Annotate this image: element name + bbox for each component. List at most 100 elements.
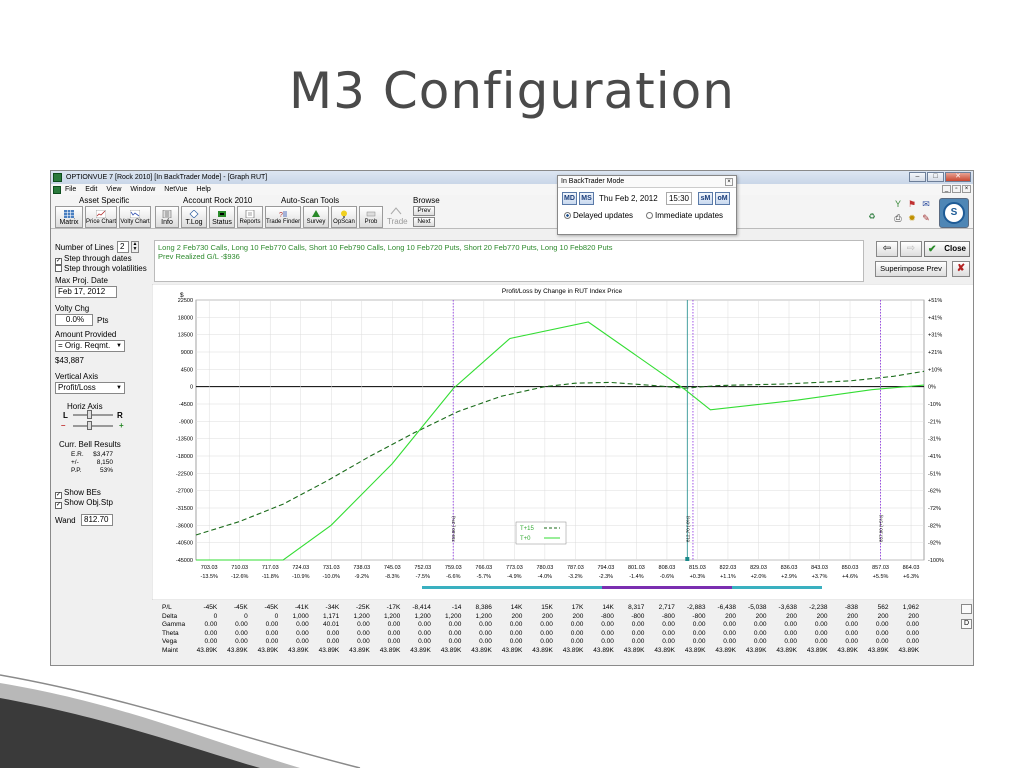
table-cell: 0.00 — [814, 621, 828, 628]
mdi-minimize-button[interactable]: _ — [942, 185, 951, 193]
minimize-button[interactable]: – — [909, 172, 926, 182]
horiz-axis-label: Horiz Axis — [67, 402, 103, 411]
price-chart-button[interactable]: Price Chart — [85, 206, 117, 228]
close-window-button[interactable]: ✕ — [945, 172, 971, 182]
max-proj-date-field[interactable]: Feb 17, 2012 — [55, 286, 117, 298]
table-cell: 0.00 — [540, 629, 553, 637]
trade-label[interactable]: Trade — [387, 217, 408, 226]
table-cell: 0.00 — [448, 629, 462, 637]
mdi-restore-button[interactable]: ▫ — [952, 185, 961, 193]
info-button[interactable]: Info — [155, 206, 179, 228]
horiz-axis-slider-thumb-2[interactable] — [87, 421, 92, 430]
table-cell: 200 — [542, 612, 553, 620]
menu-file[interactable]: File — [65, 186, 76, 193]
table-cell: 0.00 — [570, 621, 584, 628]
table-cell: 0.00 — [784, 629, 797, 637]
reports-button[interactable]: Reports — [237, 206, 263, 228]
app-window: OPTIONVUE 7 [Rock 2010] [In BackTrader M… — [50, 170, 974, 666]
vertical-axis-select[interactable]: Profit/Loss ▼ — [55, 382, 125, 394]
window-titlebar[interactable]: OPTIONVUE 7 [Rock 2010] [In BackTrader M… — [51, 171, 973, 184]
menu-edit[interactable]: Edit — [85, 186, 97, 193]
amount-provided-value: = Orig. Reqmt. — [58, 341, 111, 350]
show-objstp-checkbox[interactable]: ✓ Show Obj.Stp — [55, 498, 113, 509]
cancel-icon[interactable]: ✘ — [952, 261, 970, 277]
next-button[interactable]: Next — [413, 217, 435, 227]
menu-help[interactable]: Help — [196, 186, 210, 193]
maximize-button[interactable]: □ — [927, 172, 944, 182]
close-button[interactable]: ✔ Close — [924, 241, 970, 257]
mail-icon[interactable]: ✉ — [921, 199, 931, 209]
s-logo[interactable]: S — [939, 198, 969, 228]
volty-chart-button[interactable]: Volty Chart — [119, 206, 151, 228]
table-cell: -800 — [600, 612, 614, 620]
bell-key: +/- — [71, 459, 79, 466]
settings-icon[interactable]: ✹ — [907, 213, 917, 223]
prev-button[interactable]: Prev — [413, 206, 435, 216]
om-button[interactable]: oM — [715, 192, 730, 205]
x-pct-label: -5.7% — [477, 574, 491, 580]
horiz-axis-slider-top[interactable] — [73, 414, 113, 416]
prob-button[interactable]: Prob — [359, 206, 383, 228]
number-spinner[interactable]: ▲ ▼ — [131, 241, 139, 253]
mdi-close-button[interactable]: × — [962, 185, 971, 193]
immediate-updates-label: Immediate updates — [655, 211, 724, 220]
md-button[interactable]: MD — [562, 192, 577, 205]
x-pct-label: -7.5% — [416, 574, 430, 580]
backtrader-time[interactable]: 15:30 — [666, 192, 692, 205]
menu-view[interactable]: View — [106, 186, 121, 193]
app-icon — [53, 173, 62, 182]
step-volatilities-checkbox[interactable]: Step through volatilities — [55, 264, 147, 273]
menu-window[interactable]: Window — [130, 186, 155, 193]
x-pct-label: -9.2% — [355, 574, 369, 580]
trade-finder-button[interactable]: ? Trade Finder — [265, 206, 301, 228]
x-tick-label: 822.03 — [720, 565, 737, 571]
amount-provided-select[interactable]: = Orig. Reqmt. ▼ — [55, 340, 125, 352]
tools-icon[interactable]: ✎ — [921, 213, 931, 223]
immediate-updates-radio[interactable]: Immediate updates — [646, 211, 723, 220]
volty-chg-label: Volty Chg — [55, 304, 90, 313]
show-objstp-label: Show Obj.Stp — [64, 498, 113, 507]
horiz-axis-slider-bottom[interactable] — [73, 425, 113, 427]
table-cell: 17K — [571, 604, 584, 611]
wand-field[interactable]: 812.70 — [81, 514, 113, 526]
bell-key: P.P. — [71, 467, 82, 474]
menu-netvue[interactable]: NetVue — [164, 186, 187, 193]
number-of-lines-value[interactable]: 2 — [117, 241, 129, 253]
tlog-button[interactable]: T.Log — [181, 206, 207, 228]
matrix-button[interactable]: Matrix — [55, 206, 83, 228]
y-tick-label-right: -100% — [928, 558, 944, 564]
sm-button[interactable]: sM — [698, 192, 713, 205]
survey-button[interactable]: Survey — [303, 206, 329, 228]
table-cell: 8,386 — [475, 604, 492, 611]
table-cell: 0.00 — [509, 621, 523, 628]
refresh-icon[interactable]: ♻ — [867, 212, 877, 222]
delayed-updates-radio[interactable]: Delayed updates — [564, 211, 633, 220]
amount-provided-label: Amount Provided — [55, 330, 117, 339]
table-cell: 0.00 — [540, 621, 553, 628]
ms-button[interactable]: MS — [579, 192, 594, 205]
filter-icon[interactable]: Y — [893, 199, 903, 209]
flag-icon[interactable]: ⚑ — [907, 199, 917, 209]
table-cell: 0.00 — [479, 621, 492, 628]
table-cell: 0.00 — [479, 629, 492, 637]
x-tick-label: 787.03 — [567, 565, 584, 571]
arrow-left-button[interactable]: ⇦ — [876, 241, 898, 257]
y-tick-label: -45000 — [176, 558, 193, 564]
backtrader-close-icon[interactable]: × — [725, 178, 733, 186]
y-tick-label-right: -51% — [928, 471, 941, 477]
table-cell: -3,638 — [778, 604, 797, 611]
superimpose-prev-button[interactable]: Superimpose Prev — [875, 261, 947, 277]
bell-row-pp: P.P. 53% — [71, 467, 113, 475]
opscan-button[interactable]: OpScan — [331, 206, 357, 228]
step-dates-label: Step through dates — [64, 254, 132, 263]
table-cell: 0.00 — [570, 629, 584, 637]
volty-chg-field[interactable]: 0.0% — [55, 314, 93, 326]
table-cell: 0.00 — [906, 621, 920, 628]
price-chart-icon — [96, 210, 106, 218]
arrow-right-button[interactable]: ⇨ — [900, 241, 922, 257]
horiz-axis-slider-thumb[interactable] — [87, 410, 92, 419]
x-pct-label: -6.6% — [446, 574, 460, 580]
print-icon[interactable]: ⎙ — [893, 213, 903, 223]
bell-row-pm: +/- 8,150 — [71, 459, 113, 467]
status-button[interactable]: Status — [209, 206, 235, 228]
